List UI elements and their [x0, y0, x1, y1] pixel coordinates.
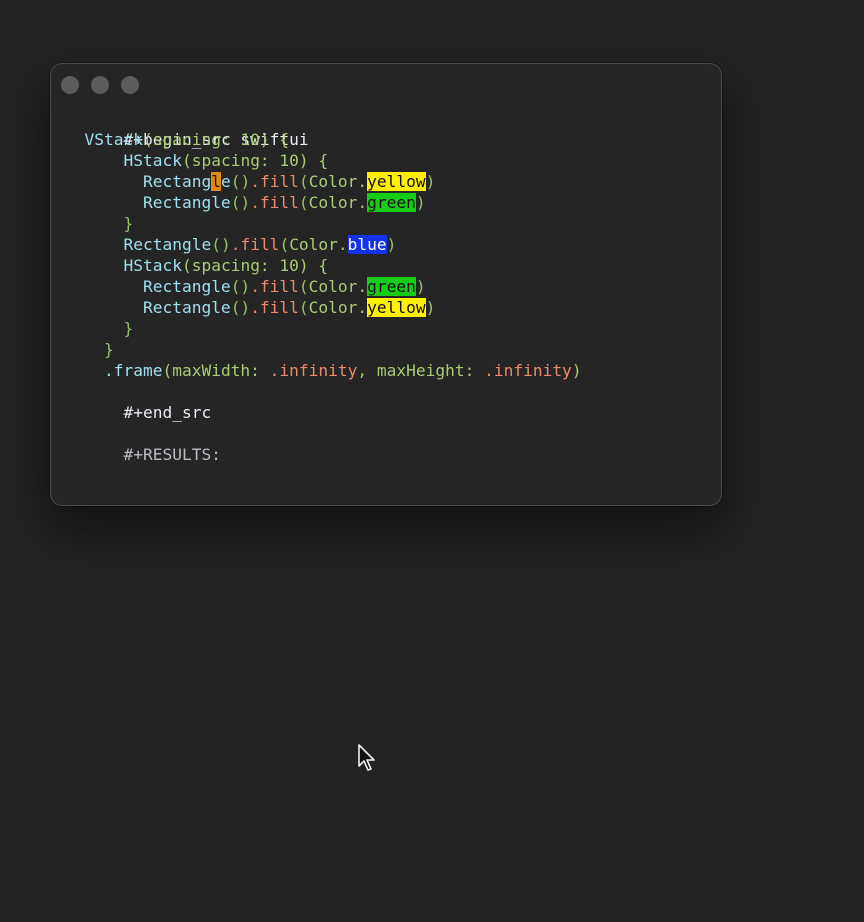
paren-open-fill-5: ( [298, 298, 309, 317]
rectangle-line-4: Rectangle().fill(Color.green) [65, 276, 711, 297]
fill-call-3: .fill [230, 235, 280, 254]
rectangle-keyword-2: Rectangle [142, 193, 231, 212]
color-green-highlight-1: green [367, 193, 416, 212]
close-brace-3: } [103, 340, 114, 359]
rectangle-suffix: e [220, 172, 231, 191]
fill-call-5: .fill [250, 298, 299, 317]
rectangle-keyword-4: Rectangle [142, 277, 231, 296]
rectangle-prefix: Rectang [142, 172, 212, 191]
mouse-pointer-icon [358, 744, 375, 771]
frame-line: .frame(maxWidth: .infinity, maxHeight: .… [65, 360, 711, 381]
color-prefix-1: Color. [308, 172, 368, 191]
infinity-2: .infinity [484, 361, 572, 380]
zoom-window-button[interactable] [121, 76, 139, 94]
hstack-close-2: } [65, 318, 711, 339]
end-src-line: #+end_src [65, 381, 711, 422]
minimize-window-button[interactable] [91, 76, 109, 94]
close-paren-1: ) [425, 172, 436, 191]
paren-pair-2: () [230, 193, 251, 212]
fill-call-2: .fill [250, 193, 299, 212]
hstack-spacing-2: (spacing: 10) { [181, 256, 329, 275]
org-mode-window: #+begin_src swiftui VStack(spacing: 10) … [50, 63, 722, 506]
paren-pair-5: () [230, 298, 251, 317]
window-controls [61, 76, 139, 94]
fill-call-4: .fill [250, 277, 299, 296]
close-paren-4: ) [415, 277, 426, 296]
color-prefix-4: Color. [308, 277, 368, 296]
frame-mid: , maxHeight: [357, 361, 485, 380]
rectangle-keyword-5: Rectangle [142, 298, 231, 317]
hstack-keyword-1: HStack [123, 151, 182, 170]
color-yellow-highlight-1: yellow [367, 172, 426, 191]
end-src-directive: #+end_src [123, 403, 212, 422]
results-directive: #+RESULTS: [123, 445, 221, 464]
vstack-spacing: (spacing: 10) { [142, 130, 290, 149]
rectangle-line-5: Rectangle().fill(Color.yellow) [65, 297, 711, 318]
color-prefix-3: Color. [289, 235, 348, 254]
frame-modifier: .frame [103, 361, 163, 380]
code-editor[interactable]: #+begin_src swiftui VStack(spacing: 10) … [65, 108, 711, 495]
paren-open-fill: ( [298, 172, 309, 191]
text-cursor: l [211, 172, 221, 191]
hstack-line-1: HStack(spacing: 10) { [65, 150, 711, 171]
begin-src-line: #+begin_src swiftui [65, 108, 711, 149]
close-window-button[interactable] [61, 76, 79, 94]
color-yellow-highlight-2: yellow [367, 298, 426, 317]
rectangle-line-1: Rectangle().fill(Color.yellow) [65, 171, 711, 192]
close-brace-1: } [123, 214, 134, 233]
hstack-keyword-2: HStack [123, 256, 182, 275]
fill-call: .fill [250, 172, 299, 191]
rectangle-line-2: Rectangle().fill(Color.green) [65, 192, 711, 213]
hstack-close-1: } [65, 213, 711, 234]
vstack-close: } [65, 339, 711, 360]
vstack-keyword: VStack [84, 130, 143, 149]
paren-open-fill-4: ( [298, 277, 309, 296]
close-paren-2: ) [415, 193, 426, 212]
results-line: #+RESULTS: [65, 423, 711, 464]
paren-pair-3: () [211, 235, 231, 254]
paren-open-fill-3: ( [279, 235, 290, 254]
color-blue-highlight: blue [347, 235, 387, 254]
infinity-1: .infinity [269, 361, 358, 380]
close-brace-2: } [123, 319, 134, 338]
frame-close-paren: ) [571, 361, 582, 380]
close-paren-3: ) [386, 235, 397, 254]
paren-open: () [230, 172, 251, 191]
paren-open-fill-2: ( [298, 193, 309, 212]
color-prefix-5: Color. [308, 298, 368, 317]
vstack-line: VStack(spacing: 10) { [65, 129, 711, 150]
rectangle-keyword-3: Rectangle [123, 235, 212, 254]
hstack-spacing-1: (spacing: 10) { [181, 151, 329, 170]
frame-open: (maxWidth: [162, 361, 270, 380]
rectangle-line-3: Rectangle().fill(Color.blue) [65, 234, 711, 255]
hstack-line-2: HStack(spacing: 10) { [65, 255, 711, 276]
paren-pair-4: () [230, 277, 251, 296]
color-prefix-2: Color. [308, 193, 368, 212]
color-green-highlight-2: green [367, 277, 416, 296]
close-paren-5: ) [425, 298, 436, 317]
